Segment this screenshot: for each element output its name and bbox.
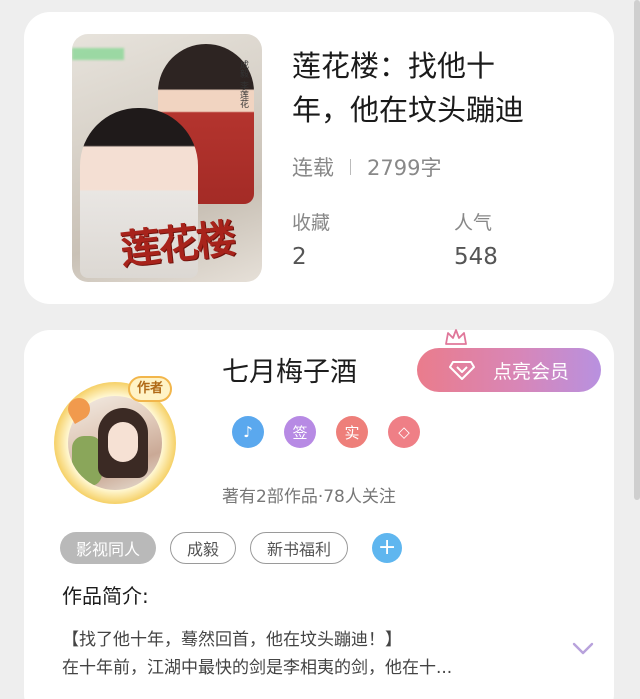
avatar-face [108, 422, 138, 462]
tag-list: 影视同人 成毅 新书福利 + [60, 532, 403, 564]
author-badges: ♪ 签 实 ◇ [232, 416, 440, 448]
diamond-icon[interactable]: ◇ [388, 416, 420, 448]
cover-label-blur [72, 48, 124, 60]
author-name[interactable]: 七月梅子酒 [222, 350, 357, 389]
author-avatar[interactable]: 作者 [54, 376, 176, 504]
popularity-value: 548 [454, 244, 498, 270]
intro-title: 作品简介: [62, 584, 149, 608]
book-title: 莲花楼：找他十 年，他在坟头蹦迪 [292, 49, 525, 127]
meta-divider [350, 159, 351, 175]
book-cover-image[interactable]: 成毅 李莲花 莲花楼 [72, 34, 262, 282]
real-name-icon[interactable]: 实 [336, 416, 368, 448]
crown-icon [445, 329, 467, 345]
sign-icon[interactable]: 签 [284, 416, 316, 448]
book-word-count: 2799字 [367, 156, 442, 180]
diamond-icon [448, 361, 475, 380]
popularity-label: 人气 [454, 212, 493, 234]
vip-button-label: 点亮会员 [492, 360, 569, 383]
cover-side-text: 成毅 李莲花 [238, 60, 248, 108]
intro-text[interactable]: 【找了他十年，蓦然回首，他在坟头蹦迪！】 在十年前，江湖中最快的剑是李相夷的剑，… [62, 626, 542, 682]
activate-vip-button[interactable]: 点亮会员 [417, 348, 601, 392]
tag-item[interactable]: 成毅 [170, 532, 237, 564]
tag-item[interactable]: 影视同人 [60, 532, 157, 564]
music-note-icon[interactable]: ♪ [232, 416, 264, 448]
works-summary: 著有2部作品·78人关注 [222, 487, 396, 507]
author-card: 作者 七月梅子酒 点亮会员 ♪ 签 实 ◇ 著有2部作品·78人关注 影视同人 … [24, 329, 614, 699]
tag-item[interactable]: 新书福利 [250, 532, 349, 564]
book-status: 连载 [292, 156, 334, 180]
book-info-card: 成毅 李莲花 莲花楼 莲花楼：找他十 年，他在坟头蹦迪 连载 2799字 收藏 … [24, 12, 614, 304]
author-badge: 作者 [128, 376, 172, 402]
book-meta: 连载 2799字 [292, 152, 441, 182]
chevron-down-icon[interactable] [572, 642, 594, 656]
favorites-label: 收藏 [292, 212, 331, 234]
favorites-value: 2 [292, 244, 307, 270]
scrollbar[interactable] [634, 0, 640, 500]
add-tag-button[interactable]: + [372, 533, 403, 563]
